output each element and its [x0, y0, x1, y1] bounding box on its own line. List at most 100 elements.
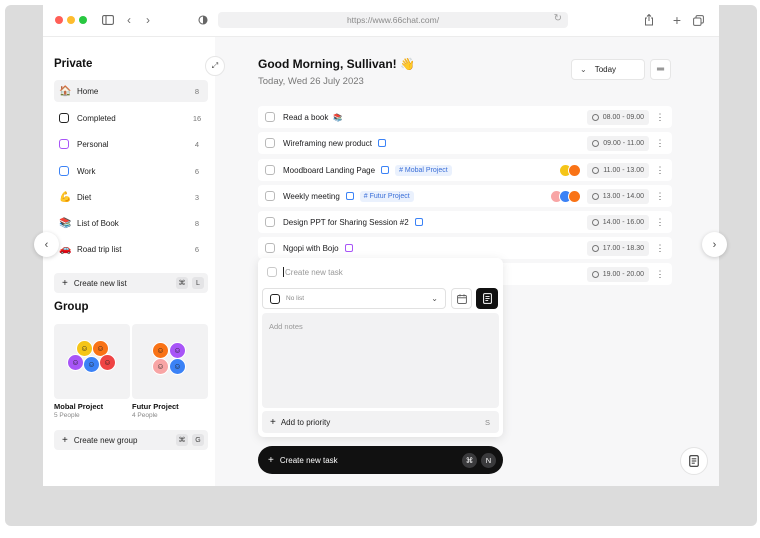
new-tab-icon[interactable]: +: [669, 12, 685, 28]
group-card-mobal-project[interactable]: ☺ ☺ ☺ ☺ ☺: [54, 324, 130, 399]
note-icon[interactable]: [476, 288, 498, 309]
more-options-icon[interactable]: ⋮: [654, 110, 666, 125]
zoom-window-button[interactable]: [79, 16, 87, 24]
create-new-group-label: Create new group: [73, 435, 138, 445]
more-options-icon[interactable]: ⋮: [654, 215, 666, 230]
privacy-shield-icon[interactable]: [195, 12, 211, 28]
next-arrow-icon[interactable]: ›: [702, 232, 727, 257]
notes-placeholder: Add notes: [269, 322, 303, 331]
sidebar-item-label: Personal: [77, 139, 109, 149]
minimize-window-button[interactable]: [67, 16, 75, 24]
sidebar-item-label: List of Book: [77, 218, 119, 228]
shortcut-key: ⌘: [462, 452, 477, 468]
task-checkbox[interactable]: [267, 267, 277, 277]
avatar: ☺: [169, 358, 186, 375]
plus-icon: +: [62, 434, 68, 446]
sidebar-item-label: Diet: [77, 192, 92, 202]
list-select-placeholder: No list: [286, 295, 305, 302]
sidebar-item-personal[interactable]: Personal 4: [54, 133, 208, 155]
house-icon: 🏠: [59, 85, 72, 97]
more-options-icon[interactable]: ⋮: [654, 136, 666, 151]
task-title: Weekly meeting: [283, 191, 340, 201]
more-options-icon[interactable]: ⋮: [654, 241, 666, 256]
list-box-icon: [345, 192, 354, 200]
clock-icon: [591, 218, 599, 226]
notes-fab-icon[interactable]: [680, 447, 708, 475]
task-checkbox[interactable]: [265, 243, 275, 253]
group-card-futur-project[interactable]: ☺ ☺ ☺ ☺: [132, 324, 208, 399]
task-row[interactable]: Read a book 📚 08.00 - 09.00 ⋮: [258, 106, 672, 128]
create-new-group-button[interactable]: + Create new group ⌘ G: [54, 430, 208, 450]
new-task-popup: Create new task No list ⌄ Add notes + Ad…: [258, 258, 503, 437]
address-bar[interactable]: https://www.66chat.com/ ↻: [218, 12, 568, 28]
expand-icon[interactable]: ⤢: [205, 56, 225, 76]
greeting-title: Good Morning, Sullivan! 👋: [258, 57, 415, 71]
task-checkbox[interactable]: [265, 138, 275, 148]
more-options-icon[interactable]: ⋮: [654, 163, 666, 178]
share-icon[interactable]: [641, 12, 657, 28]
task-row[interactable]: Design PPT for Sharing Session #2 14.00 …: [258, 211, 672, 233]
chevron-down-icon: ⌄: [580, 65, 587, 74]
task-checkbox[interactable]: [265, 191, 275, 201]
sidebar-item-count: 6: [194, 244, 200, 254]
create-new-list-button[interactable]: + Create new list ⌘ L: [54, 273, 208, 293]
previous-arrow-icon[interactable]: ‹: [34, 232, 59, 257]
task-time: 19.00 - 20.00: [586, 266, 649, 282]
close-window-button[interactable]: [55, 16, 63, 24]
forward-icon[interactable]: ›: [140, 12, 156, 28]
sidebar-item-list-of-book[interactable]: 📚 List of Book 8: [54, 212, 208, 234]
shortcut-key: S: [484, 417, 490, 427]
list-box-icon: [59, 139, 77, 149]
sidebar-item-count: 4: [194, 139, 200, 149]
text-cursor: [283, 267, 284, 277]
avatar: ☺: [169, 342, 186, 359]
browser-window: ‹ › https://www.66chat.com/ ↻ + Private …: [43, 5, 719, 486]
notes-textarea[interactable]: Add notes: [262, 313, 499, 408]
private-section-title: Private: [54, 58, 93, 70]
task-title: Read a book: [283, 112, 329, 122]
group-members: 5 People: [54, 412, 80, 419]
date-filter-dropdown[interactable]: ⌄ Today: [571, 59, 645, 80]
task-row[interactable]: Ngopi with Bojo 17.00 - 18.30 ⋮: [258, 237, 672, 259]
task-time: 17.00 - 18.30: [586, 240, 649, 256]
task-title: Ngopi with Bojo: [283, 243, 339, 253]
back-icon[interactable]: ‹: [121, 12, 137, 28]
reload-icon[interactable]: ↻: [554, 13, 562, 24]
more-options-icon[interactable]: ⋮: [654, 267, 666, 282]
clock-icon: [592, 139, 600, 147]
sidebar-item-home[interactable]: 🏠 Home 8: [54, 80, 208, 102]
sidebar-item-count: 6: [194, 166, 200, 176]
plus-icon: +: [62, 277, 68, 289]
sidebar-item-count: 16: [192, 113, 202, 123]
menu-icon[interactable]: ═: [650, 59, 671, 80]
add-to-priority-button[interactable]: + Add to priority S: [262, 411, 499, 433]
calendar-icon[interactable]: [451, 288, 472, 309]
clock-icon: [592, 166, 600, 174]
create-new-task-button[interactable]: + Create new task ⌘ N: [258, 446, 503, 474]
task-row[interactable]: Wireframing new product 09.00 - 11.00 ⋮: [258, 132, 672, 154]
task-checkbox[interactable]: [265, 112, 275, 122]
tab-overview-icon[interactable]: [690, 12, 706, 28]
avatar: ☺: [152, 358, 169, 375]
task-row[interactable]: Moodboard Landing Page # Mobal Project 1…: [258, 159, 672, 181]
sidebar-toggle-icon[interactable]: [100, 12, 116, 28]
task-row[interactable]: Weekly meeting # Futur Project 13.00 - 1…: [258, 185, 672, 207]
sidebar-item-label: Completed: [77, 113, 116, 123]
shortcut-key: ⌘: [176, 277, 188, 289]
sidebar-item-road-trip-list[interactable]: 🚗 Road trip list 6: [54, 238, 208, 260]
list-box-icon: [59, 113, 77, 123]
list-select-dropdown[interactable]: No list ⌄: [262, 288, 446, 309]
project-tag[interactable]: # Mobal Project: [395, 164, 452, 176]
sidebar-item-completed[interactable]: Completed 16: [54, 107, 208, 129]
task-checkbox[interactable]: [265, 165, 275, 175]
car-icon: 🚗: [59, 243, 72, 255]
date-subtitle: Today, Wed 26 July 2023: [258, 76, 364, 87]
new-task-input[interactable]: Create new task: [267, 267, 343, 277]
add-to-priority-label: Add to priority: [280, 417, 331, 427]
task-checkbox[interactable]: [265, 217, 275, 227]
sidebar-item-label: Road trip list: [77, 244, 122, 254]
sidebar-item-diet[interactable]: 💪 Diet 3: [54, 186, 208, 208]
sidebar-item-work[interactable]: Work 6: [54, 160, 208, 182]
more-options-icon[interactable]: ⋮: [654, 189, 666, 204]
project-tag[interactable]: # Futur Project: [359, 190, 414, 202]
